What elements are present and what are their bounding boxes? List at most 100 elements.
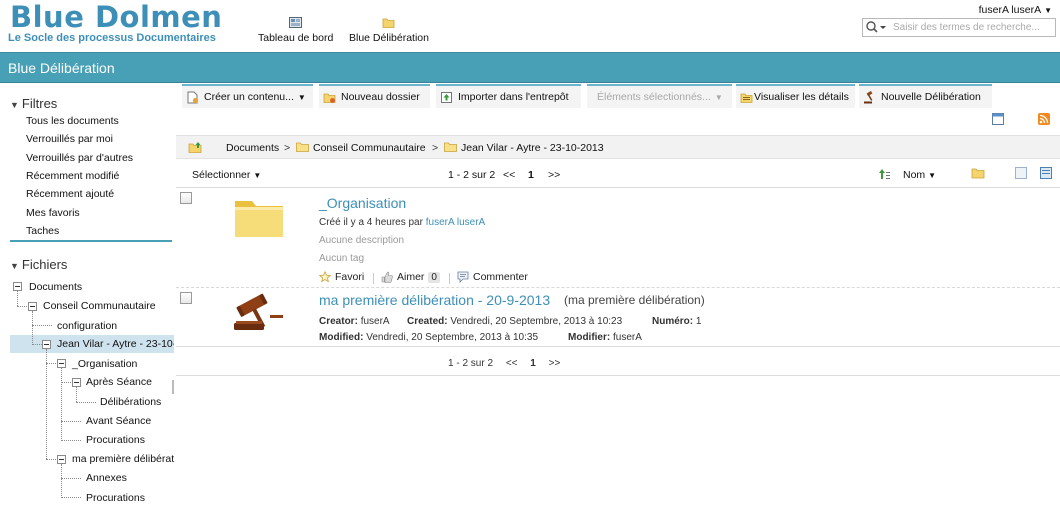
filter-favorites[interactable]: Mes favoris bbox=[26, 207, 80, 219]
document-title[interactable]: _Organisation bbox=[319, 195, 406, 211]
tree-connector bbox=[61, 382, 71, 383]
chevron-down-icon: ▼ bbox=[928, 171, 937, 180]
tree-collapse-toggle[interactable] bbox=[57, 359, 66, 368]
tree-connector bbox=[46, 363, 56, 364]
filter-recently-added[interactable]: Récemment ajouté bbox=[26, 188, 114, 200]
view-details-label: Visualiser les détails bbox=[754, 91, 849, 103]
filters-section-title[interactable]: ▼ Filtres bbox=[10, 96, 57, 111]
created-value: Vendredi, 20 Septembre, 2013 à 10:23 bbox=[450, 316, 623, 327]
search-input[interactable] bbox=[893, 20, 1053, 35]
tree-node-procurations[interactable]: Procurations bbox=[86, 434, 145, 446]
select-menu[interactable]: Sélectionner ▼ bbox=[192, 169, 261, 181]
pager-current-page[interactable]: 1 bbox=[528, 169, 534, 181]
brand-title[interactable]: Blue Dolmen bbox=[10, 0, 222, 34]
favorite-label: Favori bbox=[335, 271, 365, 283]
app-deliberation-link[interactable]: Blue Délibération bbox=[349, 16, 429, 44]
tree-node-configuration[interactable]: configuration bbox=[57, 320, 117, 332]
tree-connector bbox=[61, 464, 62, 498]
details-icon bbox=[740, 93, 753, 103]
tree-node-organisation[interactable]: _Organisation bbox=[72, 358, 137, 370]
sort-menu[interactable]: Nom ▼ bbox=[903, 169, 936, 181]
row-divider bbox=[176, 287, 1060, 288]
new-deliberation-button[interactable]: Nouvelle Délibération bbox=[859, 84, 992, 108]
tree-connector bbox=[61, 497, 81, 498]
tree-connector bbox=[32, 325, 52, 326]
tree-node-ma-premiere-deliberation[interactable]: ma première délibération - 20-9-2013 bbox=[72, 453, 174, 465]
document-title[interactable]: ma première délibération - 20-9-2013 bbox=[319, 292, 550, 308]
app-header: Blue Dolmen Le Socle des processus Docum… bbox=[0, 0, 1060, 52]
tree-node-documents[interactable]: Documents bbox=[29, 281, 82, 293]
pager-current-page[interactable]: 1 bbox=[530, 358, 536, 369]
create-content-button[interactable]: Créer un contenu... ▼ bbox=[182, 84, 313, 108]
tree-node-avant-seance[interactable]: Avant Séance bbox=[86, 415, 151, 427]
tree-node-conseil-communautaire[interactable]: Conseil Communautaire bbox=[43, 300, 156, 312]
view-details-button[interactable]: Visualiser les détails bbox=[736, 84, 855, 108]
main-content: Créer un contenu... ▼ Nouveau dossier Imp… bbox=[176, 84, 1060, 514]
tree-connector bbox=[61, 421, 81, 422]
triangle-down-icon: ▼ bbox=[10, 100, 19, 110]
show-folders-icon[interactable] bbox=[971, 167, 985, 179]
tree-connector bbox=[32, 344, 42, 345]
row-divider bbox=[176, 346, 1060, 347]
layout-toggle-icon[interactable] bbox=[992, 113, 1004, 125]
folder-icon bbox=[296, 142, 309, 152]
selected-items-menu[interactable]: Éléments sélectionnés... ▼ bbox=[587, 84, 732, 108]
tree-collapse-toggle[interactable] bbox=[13, 282, 22, 291]
creator-link[interactable]: fuserA luserA bbox=[426, 217, 485, 228]
tree-collapse-toggle[interactable] bbox=[72, 378, 81, 387]
files-section-title[interactable]: ▼ Fichiers bbox=[10, 257, 67, 272]
search-icon[interactable] bbox=[865, 20, 887, 35]
comment-action[interactable]: Commenter bbox=[457, 271, 528, 283]
tree-node-annexes[interactable]: Annexes bbox=[86, 472, 127, 484]
breadcrumb-documents[interactable]: Documents bbox=[226, 142, 279, 154]
page-title: Blue Délibération bbox=[8, 60, 115, 76]
folder-up-icon[interactable] bbox=[188, 141, 202, 153]
filter-recently-modified[interactable]: Récemment modifié bbox=[26, 170, 119, 182]
filter-locked-by-others[interactable]: Verrouillés par d'autres bbox=[26, 152, 133, 164]
gavel-thumbnail-icon[interactable] bbox=[232, 293, 284, 333]
selected-items-label: Éléments sélectionnés... bbox=[597, 91, 711, 103]
pager-first-button[interactable]: << bbox=[506, 358, 518, 369]
import-label: Importer dans l'entrepôt bbox=[458, 91, 569, 103]
filter-locked-by-me[interactable]: Verrouillés par moi bbox=[26, 133, 113, 145]
user-menu[interactable]: fuserA luserA ▼ bbox=[979, 4, 1052, 16]
modified-key: Modified: bbox=[319, 332, 364, 343]
rss-icon[interactable] bbox=[1038, 113, 1050, 125]
tree-collapse-toggle[interactable] bbox=[28, 302, 37, 311]
like-action[interactable]: Aimer 0 bbox=[381, 271, 440, 283]
detailed-view-icon[interactable] bbox=[1040, 167, 1052, 179]
chevron-down-icon: ▼ bbox=[253, 171, 262, 180]
tree-node-apres-seance[interactable]: Après Séance bbox=[86, 376, 152, 388]
brand-subtitle: Le Socle des processus Documentaires bbox=[8, 32, 216, 44]
app-dashboard-link[interactable]: Tableau de bord bbox=[258, 16, 333, 44]
row-checkbox[interactable] bbox=[180, 292, 192, 304]
pager-first-button[interactable]: << bbox=[503, 169, 515, 181]
tree-node-procurations-2[interactable]: Procurations bbox=[86, 492, 145, 504]
pager-next-button[interactable]: >> bbox=[549, 358, 561, 369]
tree-node-deliberations[interactable]: Délibérations bbox=[100, 396, 161, 408]
document-row: ma première délibération - 20-9-2013 (ma… bbox=[176, 289, 1060, 345]
favorite-action[interactable]: Favori bbox=[319, 271, 364, 283]
pager-range: 1 - 2 sur 2 bbox=[448, 358, 494, 369]
filter-all-documents[interactable]: Tous les documents bbox=[26, 115, 119, 127]
breadcrumb-conseil-communautaire[interactable]: Conseil Communautaire bbox=[296, 142, 426, 154]
sort-direction-icon[interactable] bbox=[879, 168, 891, 180]
thumbs-up-icon bbox=[381, 271, 393, 283]
folder-thumbnail-icon[interactable] bbox=[232, 193, 286, 239]
row-checkbox[interactable] bbox=[180, 192, 192, 204]
import-button[interactable]: Importer dans l'entrepôt bbox=[436, 84, 581, 108]
new-folder-button[interactable]: Nouveau dossier bbox=[319, 84, 430, 108]
simple-view-icon[interactable] bbox=[1015, 167, 1027, 179]
sidebar-resize-handle[interactable] bbox=[172, 380, 174, 394]
breadcrumb-jean-vilar[interactable]: Jean Vilar - Aytre - 23-10-2013 bbox=[444, 142, 604, 154]
tree-collapse-toggle[interactable] bbox=[42, 340, 51, 349]
app-deliberation-label: Blue Délibération bbox=[349, 32, 429, 44]
tree-node-jean-vilar[interactable]: Jean Vilar - Aytre - 23-10-2013 bbox=[57, 338, 174, 350]
pager-next-button[interactable]: >> bbox=[548, 169, 560, 181]
action-separator bbox=[373, 273, 374, 284]
tree-collapse-toggle[interactable] bbox=[57, 455, 66, 464]
breadcrumb: Documents > Conseil Communautaire > Jean… bbox=[176, 135, 1060, 159]
pager-range: 1 - 2 sur 2 bbox=[448, 169, 496, 181]
filter-tasks[interactable]: Taches bbox=[26, 225, 59, 237]
app-dashboard-label: Tableau de bord bbox=[258, 32, 334, 44]
